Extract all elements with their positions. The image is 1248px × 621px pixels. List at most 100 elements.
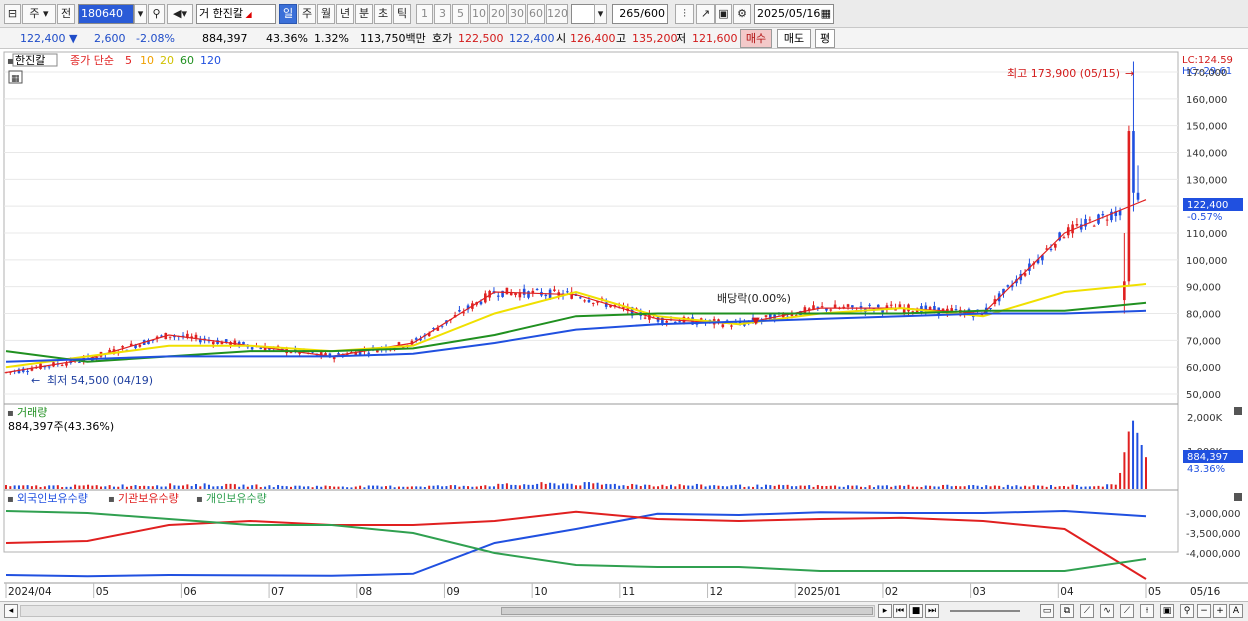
volume-bar-133 <box>579 485 582 489</box>
prev-button[interactable]: 전 <box>57 4 75 24</box>
volume-bar-17 <box>78 485 81 489</box>
volume-bar-97 <box>423 486 426 489</box>
stock-code-input[interactable]: 180640 <box>78 4 134 24</box>
period-select[interactable]: 주 ▾ <box>22 4 56 24</box>
volume-bar-12 <box>56 485 59 489</box>
zoom-slider[interactable] <box>950 610 1020 612</box>
indicator-icon[interactable]: ∿ <box>1100 604 1114 618</box>
interval-tab-3[interactable]: 10 <box>470 4 488 24</box>
candle-body-77 <box>337 353 340 355</box>
settings-gear-icon[interactable]: ⚙ <box>733 4 751 24</box>
sell-button[interactable]: 매도 <box>777 29 811 48</box>
volume-bar-158 <box>687 485 690 489</box>
volume-bar-127 <box>553 483 556 489</box>
copy-view-icon[interactable]: ⧉ <box>1060 604 1074 618</box>
interval-tab-7[interactable]: 120 <box>546 4 568 24</box>
volume-bar-203 <box>881 485 884 489</box>
volume-bar-145 <box>631 483 634 489</box>
count-field[interactable]: 265/600 <box>612 4 668 24</box>
interval-tab-5[interactable]: 30 <box>508 4 526 24</box>
zoom-out-icon[interactable]: − <box>1197 604 1211 618</box>
scroll-left-icon[interactable]: ◂ <box>4 604 18 618</box>
volume-bar-166 <box>721 486 724 489</box>
fast-forward-icon[interactable]: ⏭ <box>925 604 939 618</box>
search-icon[interactable]: ⚲ <box>148 4 165 24</box>
calendar-icon[interactable]: ▦ <box>821 5 831 23</box>
interval-tab-2[interactable]: 5 <box>452 4 469 24</box>
line-tool-icon[interactable]: ⟋ <box>1080 604 1094 618</box>
volume-bar-175 <box>760 486 763 489</box>
zoom-icon[interactable]: ⚲ <box>1180 604 1194 618</box>
candle-body-120 <box>522 288 526 295</box>
volume-bar-51 <box>225 483 228 489</box>
volume-bar-232 <box>1006 484 1009 489</box>
rewind-icon[interactable]: ⏮ <box>893 604 907 618</box>
stock-name-field[interactable]: 거 한진칼 ◢ <box>196 4 276 24</box>
stock-chart[interactable]: ▪ 한진칼 종가 단순 5 10 20 60 120 ▦ 최고 173,900 … <box>0 50 1248 601</box>
lc-label: LC:124.59 <box>1182 55 1233 66</box>
zoom-in-icon[interactable]: + <box>1213 604 1227 618</box>
save-icon[interactable]: ▣ <box>715 4 732 24</box>
volume-bar-106 <box>462 485 465 489</box>
stop-icon[interactable]: ■ <box>909 604 923 618</box>
volume-bar-61 <box>268 485 271 489</box>
current-price: 122,400 ▼ <box>20 32 78 45</box>
volume-bar-57 <box>251 485 254 489</box>
gap-icon[interactable]: ⟊ <box>1140 604 1154 618</box>
interval-tab-6[interactable]: 60 <box>527 4 545 24</box>
candle-type-icon[interactable]: ⫶ <box>675 4 694 24</box>
volume-bar-15 <box>69 486 72 489</box>
layout-view-icon[interactable]: ▭ <box>1040 604 1054 618</box>
candle-body-188 <box>816 306 820 308</box>
scroll-right-icon[interactable]: ▸ <box>878 604 892 618</box>
individual-legend: 개인보유수량 <box>206 492 267 505</box>
volume-bar-128 <box>557 485 560 489</box>
volume-bar-96 <box>419 486 422 489</box>
interval-tab-0[interactable]: 1 <box>416 4 433 24</box>
price-tick-12: 50,000 <box>1186 390 1221 401</box>
period-tab-5[interactable]: 초 <box>374 4 392 24</box>
holdings-marker-icon: ▪ <box>7 494 14 505</box>
date-field[interactable]: 2025/05/16 ▦ <box>754 4 834 24</box>
period-tab-6[interactable]: 틱 <box>393 4 411 24</box>
interval-tab-1[interactable]: 3 <box>434 4 451 24</box>
candle-body-95 <box>414 338 418 340</box>
volume-bar-19 <box>87 484 90 489</box>
volume-bar-89 <box>389 485 392 489</box>
image-icon[interactable]: ▣ <box>1160 604 1174 618</box>
volume-bar-60 <box>264 486 267 489</box>
layout-icon[interactable]: ⊟ <box>4 4 21 24</box>
holdings-close-icon[interactable] <box>1234 493 1242 501</box>
period-tab-4[interactable]: 분 <box>355 4 373 24</box>
buy-button[interactable]: 매수 <box>740 29 772 48</box>
volume-bar-248 <box>1075 484 1078 489</box>
drawing-tool-icon[interactable]: ↗ <box>696 4 715 24</box>
interval-dropdown-icon[interactable]: ▾ <box>594 4 607 24</box>
volume-bar-242 <box>1050 485 1052 489</box>
volume-bar-147 <box>639 485 642 489</box>
period-tab-2[interactable]: 월 <box>317 4 335 24</box>
scroll-thumb[interactable] <box>501 607 873 615</box>
volume-bar-44 <box>195 484 197 489</box>
trend-icon[interactable]: ⟋ <box>1120 604 1134 618</box>
volume-bar-39 <box>173 485 176 489</box>
period-tab-1[interactable]: 주 <box>298 4 316 24</box>
candle-body-10 <box>47 366 51 368</box>
eval-button[interactable]: 평 <box>815 29 835 48</box>
volume-bar-64 <box>281 485 284 489</box>
institution-legend: 기관보유수량 <box>118 492 179 505</box>
volume-bar-263 <box>1140 444 1143 489</box>
speaker-icon[interactable]: ◀▾ <box>167 4 193 24</box>
volume-bar-50 <box>220 486 223 489</box>
volume-bar-100 <box>436 485 439 489</box>
period-tab-0[interactable]: 일 <box>279 4 297 24</box>
font-size-icon[interactable]: A <box>1229 604 1243 618</box>
volume-close-icon[interactable] <box>1234 407 1242 415</box>
candle-body-45 <box>199 339 202 343</box>
code-dropdown-icon[interactable]: ▾ <box>134 4 147 24</box>
period-tab-3[interactable]: 년 <box>336 4 354 24</box>
volume-bar-170 <box>739 484 742 489</box>
volume-bar-116 <box>505 483 508 489</box>
scroll-track[interactable] <box>20 605 875 617</box>
interval-tab-4[interactable]: 20 <box>489 4 507 24</box>
